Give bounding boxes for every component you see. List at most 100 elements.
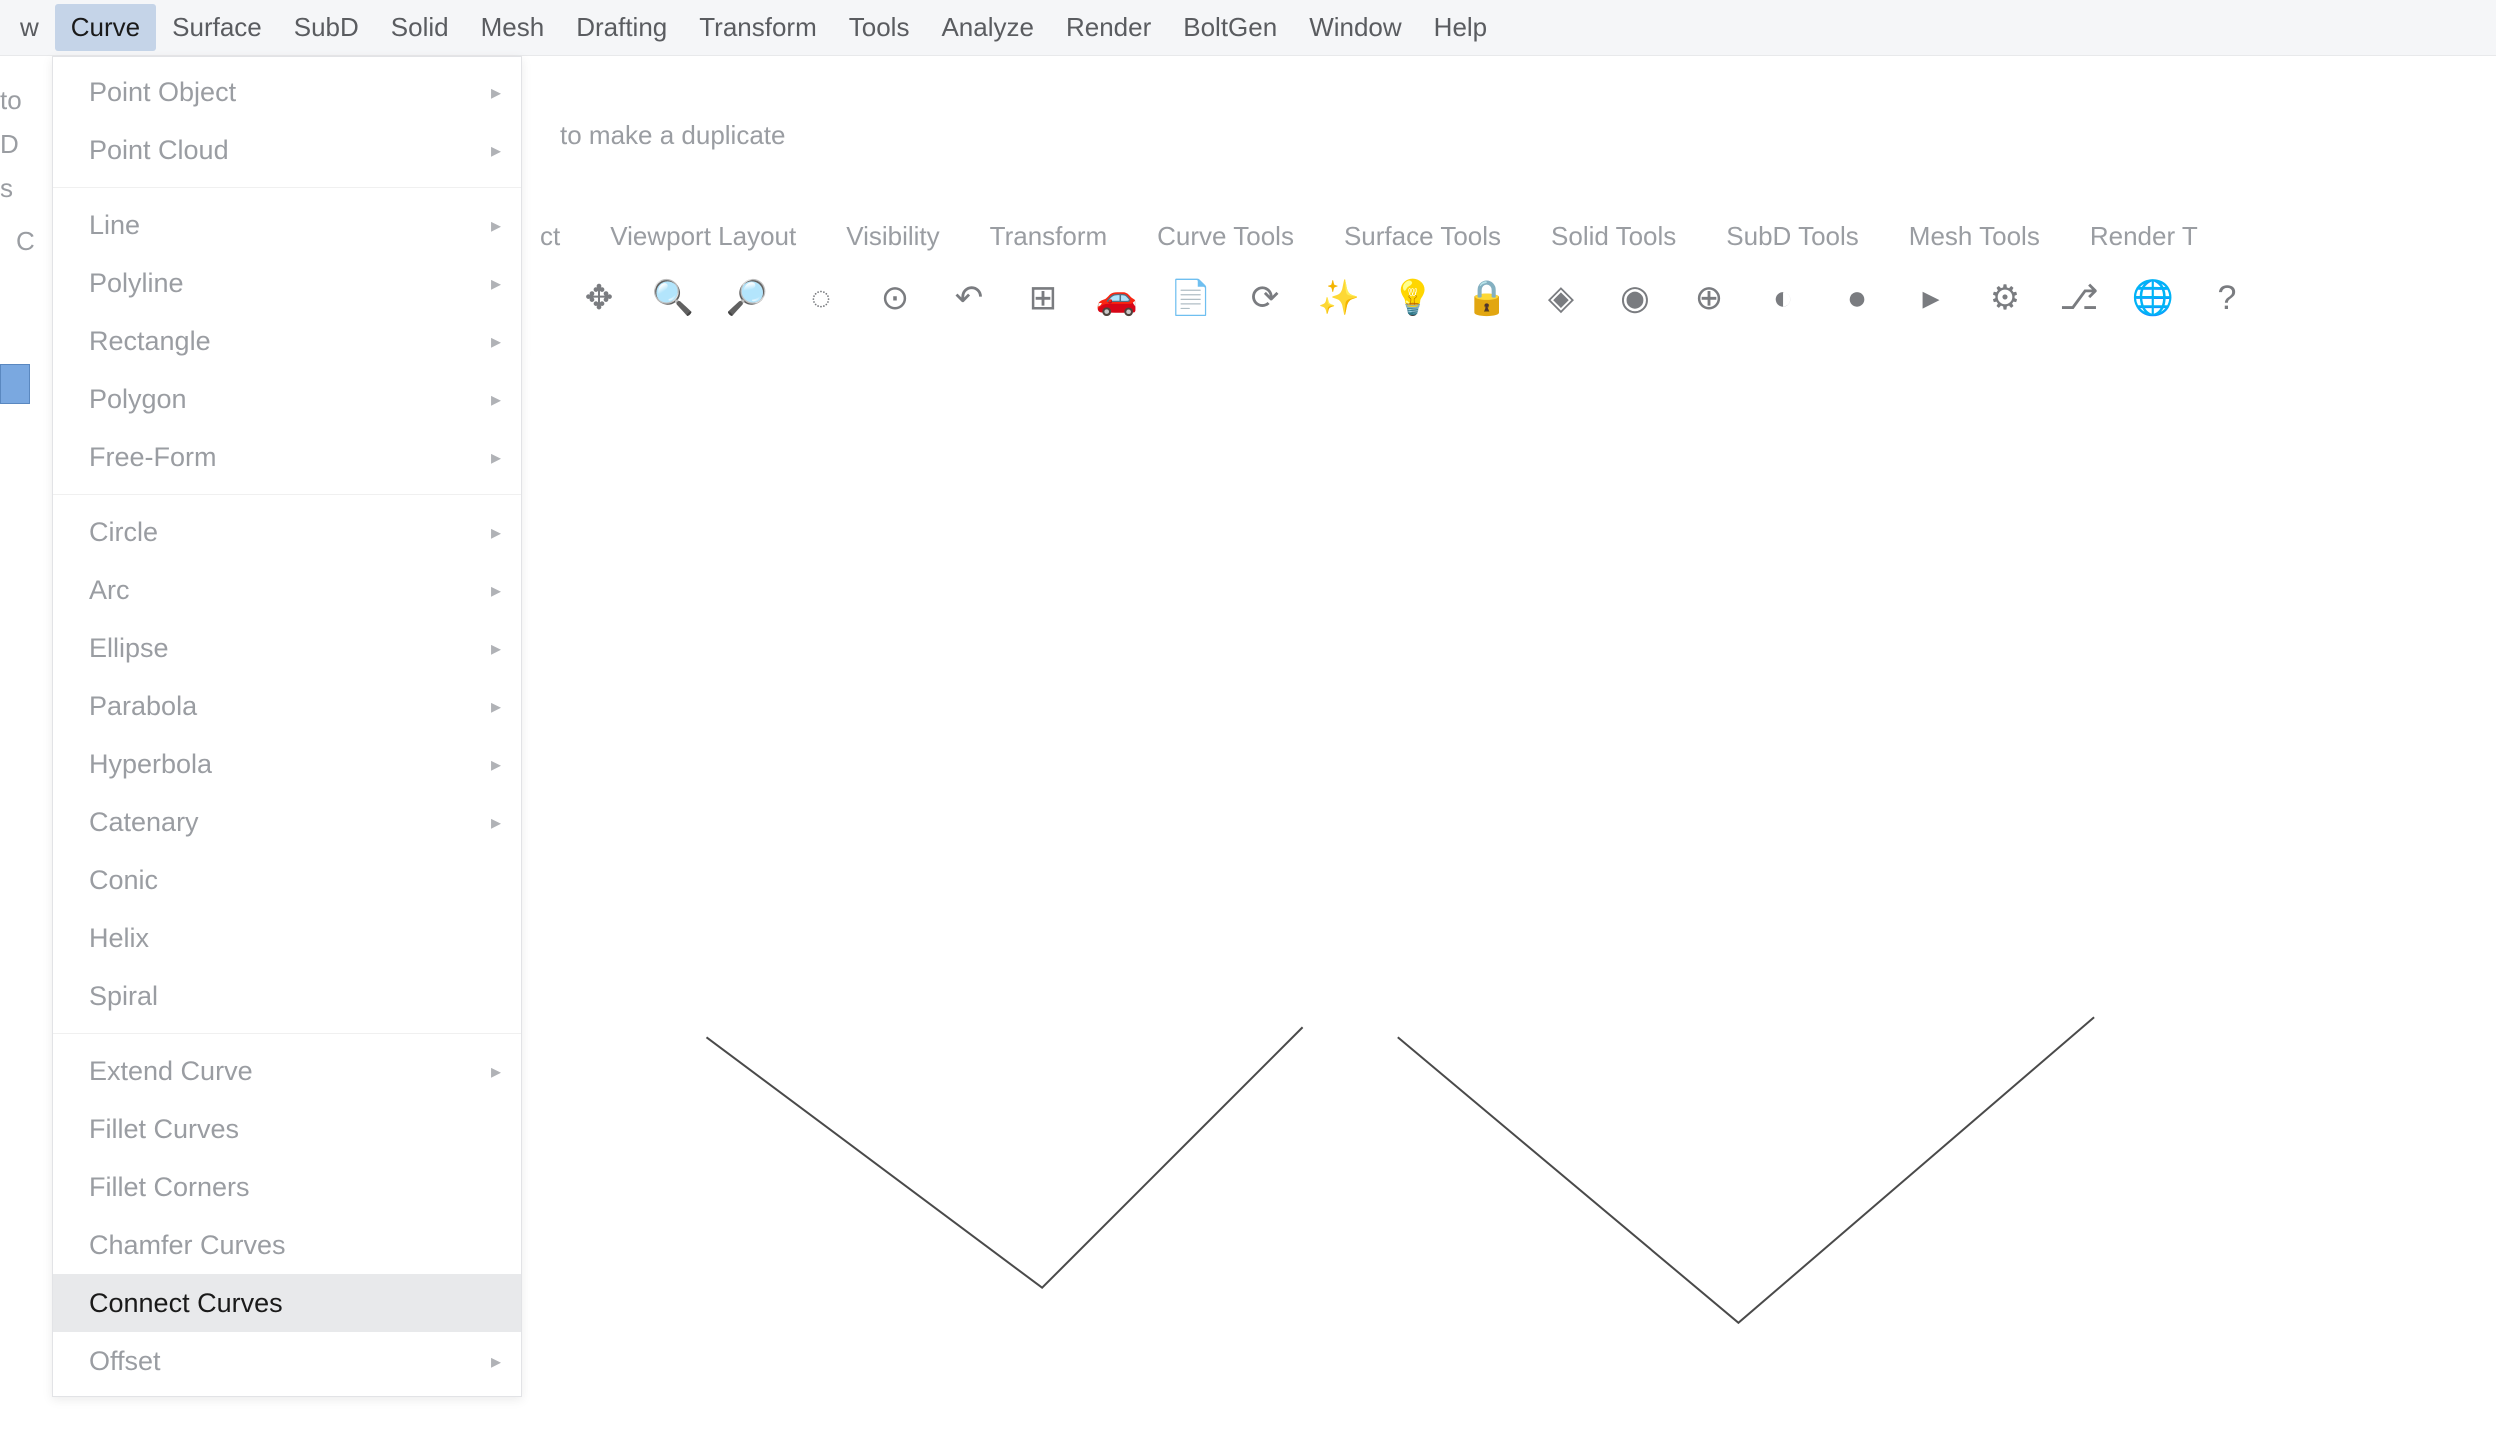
menu-item-label: Polyline: [89, 268, 184, 299]
menu-item-rectangle[interactable]: Rectangle▸: [53, 312, 521, 370]
doc-icon[interactable]: 📄: [1157, 264, 1225, 332]
menu-item-label: Helix: [89, 923, 149, 954]
chevron-right-icon: ▸: [491, 520, 501, 545]
tab-mesh-tools[interactable]: Mesh Tools: [1899, 215, 2050, 258]
tab-subd-tools[interactable]: SubD Tools: [1716, 215, 1869, 258]
chevron-right-icon: ▸: [491, 810, 501, 835]
tab-transform[interactable]: Transform: [980, 215, 1118, 258]
menu-item-spiral[interactable]: Spiral: [53, 967, 521, 1025]
command-hint-fragment: toD s: [0, 78, 36, 210]
menu-item-label: Ellipse: [89, 633, 169, 664]
sphere-wire-icon[interactable]: ⊕: [1675, 264, 1743, 332]
chevron-right-icon: ▸: [491, 1349, 501, 1374]
menu-item-fillet-corners[interactable]: Fillet Corners: [53, 1158, 521, 1216]
tab-solid-tools[interactable]: Solid Tools: [1541, 215, 1686, 258]
viewport[interactable]: [530, 356, 2496, 1428]
chevron-right-icon: ▸: [491, 138, 501, 163]
menu-render[interactable]: Render: [1050, 4, 1167, 51]
lock-icon[interactable]: 🔒: [1453, 264, 1521, 332]
menu-item-polygon[interactable]: Polygon▸: [53, 370, 521, 428]
tab-render-tools[interactable]: Render T: [2080, 215, 2208, 258]
menu-item-free-form[interactable]: Free-Form ▸: [53, 428, 521, 486]
tab-fragment[interactable]: ct: [530, 215, 570, 258]
globe-icon[interactable]: 🌐: [2119, 264, 2187, 332]
menu-item-connect-curves[interactable]: Connect Curves: [53, 1274, 521, 1332]
zoom-extents-icon[interactable]: 🔎: [713, 264, 781, 332]
graph-icon[interactable]: ⎇: [2045, 264, 2113, 332]
menu-item-label: Catenary: [89, 807, 199, 838]
tab-visibility[interactable]: Visibility: [836, 215, 949, 258]
curve-right[interactable]: [1398, 1017, 2094, 1323]
flag-icon[interactable]: ▸: [1897, 264, 1965, 332]
menu-mesh[interactable]: Mesh: [465, 4, 561, 51]
menu-item-point-cloud[interactable]: Point Cloud▸: [53, 121, 521, 179]
menu-item-catenary[interactable]: Catenary ▸: [53, 793, 521, 851]
color-wheel-icon[interactable]: ◉: [1601, 264, 1669, 332]
menu-item-circle[interactable]: Circle ▸: [53, 503, 521, 561]
menu-item-label: Circle: [89, 517, 158, 548]
bulb-icon[interactable]: 💡: [1379, 264, 1447, 332]
chevron-right-icon: ▸: [491, 80, 501, 105]
curve-dropdown: Point Object▸Point Cloud▸ Line ▸ Polyline ▸ R…: [52, 56, 522, 1397]
menu-item-conic[interactable]: Conic: [53, 851, 521, 909]
chevron-right-icon: ▸: [491, 271, 501, 296]
menu-item-label: Spiral: [89, 981, 158, 1012]
zoom-icon[interactable]: 🔍: [639, 264, 707, 332]
menu-solid[interactable]: Solid: [375, 4, 465, 51]
menu-item-hyperbola[interactable]: Hyperbola ▸: [53, 735, 521, 793]
rotate-icon[interactable]: ⟳: [1231, 264, 1299, 332]
zoom-selected-icon[interactable]: ◌: [787, 264, 855, 332]
gear-icon[interactable]: ⚙: [1971, 264, 2039, 332]
chevron-right-icon: ▸: [491, 752, 501, 777]
menu-item-label: Free-Form: [89, 442, 217, 473]
menu-drafting[interactable]: Drafting: [560, 4, 683, 51]
menu-item-offset[interactable]: Offset ▸: [53, 1332, 521, 1390]
menu-item-label: Fillet Corners: [89, 1172, 250, 1203]
menu-item-label: Offset: [89, 1346, 161, 1377]
menu-separator: [53, 1033, 521, 1034]
move-icon[interactable]: ✥: [565, 264, 633, 332]
chevron-right-icon: ▸: [491, 445, 501, 470]
menu-tools[interactable]: Tools: [833, 4, 926, 51]
menu-item-chamfer-curves[interactable]: Chamfer Curves: [53, 1216, 521, 1274]
chevron-right-icon: ▸: [491, 636, 501, 661]
sphere-render-icon[interactable]: ●: [1823, 264, 1891, 332]
menu-item-parabola[interactable]: Parabola▸: [53, 677, 521, 735]
menu-help[interactable]: Help: [1418, 4, 1503, 51]
particles-icon[interactable]: ✨: [1305, 264, 1373, 332]
car-icon[interactable]: 🚗: [1083, 264, 1151, 332]
menu-item-label: Fillet Curves: [89, 1114, 239, 1145]
zoom-window-icon[interactable]: ⊙: [861, 264, 929, 332]
menu-item-ellipse[interactable]: Ellipse ▸: [53, 619, 521, 677]
menu-item-helix[interactable]: Helix: [53, 909, 521, 967]
menubar: w Curve Surface SubD Solid Mesh Drafting…: [0, 0, 2496, 56]
menu-item-point-object[interactable]: Point Object▸: [53, 63, 521, 121]
menu-item-label: Hyperbola: [89, 749, 212, 780]
menu-surface[interactable]: Surface: [156, 4, 278, 51]
menu-subd[interactable]: SubD: [278, 4, 375, 51]
menu-item-line[interactable]: Line ▸: [53, 196, 521, 254]
menu-view-partial[interactable]: w: [4, 4, 55, 51]
curve-left[interactable]: [706, 1027, 1302, 1287]
menu-item-polyline[interactable]: Polyline ▸: [53, 254, 521, 312]
sphere-shade-icon[interactable]: ◐: [1749, 264, 1817, 332]
menu-item-label: Line: [89, 210, 140, 241]
layers-icon[interactable]: ◈: [1527, 264, 1595, 332]
grid-icon[interactable]: ⊞: [1009, 264, 1077, 332]
menu-analyze[interactable]: Analyze: [925, 4, 1050, 51]
undo-view-icon[interactable]: ↶: [935, 264, 1003, 332]
menu-item-fillet-curves[interactable]: Fillet Curves: [53, 1100, 521, 1158]
help-icon[interactable]: ?: [2193, 264, 2261, 332]
menu-boltgen[interactable]: BoltGen: [1167, 4, 1293, 51]
chevron-right-icon: ▸: [491, 213, 501, 238]
tab-viewport-layout[interactable]: Viewport Layout: [600, 215, 806, 258]
chevron-right-icon: ▸: [491, 694, 501, 719]
menu-item-arc[interactable]: Arc▸: [53, 561, 521, 619]
menu-window[interactable]: Window: [1293, 4, 1417, 51]
menu-transform[interactable]: Transform: [683, 4, 833, 51]
menu-item-extend-curve[interactable]: Extend Curve▸: [53, 1042, 521, 1100]
menu-curve[interactable]: Curve: [55, 4, 156, 51]
tab-curve-tools[interactable]: Curve Tools: [1147, 215, 1304, 258]
main-toolbar: ✥🔍🔎◌⊙↶⊞🚗📄⟳✨💡🔒◈◉⊕◐●▸⚙⎇🌐?: [565, 262, 2261, 334]
tab-surface-tools[interactable]: Surface Tools: [1334, 215, 1511, 258]
